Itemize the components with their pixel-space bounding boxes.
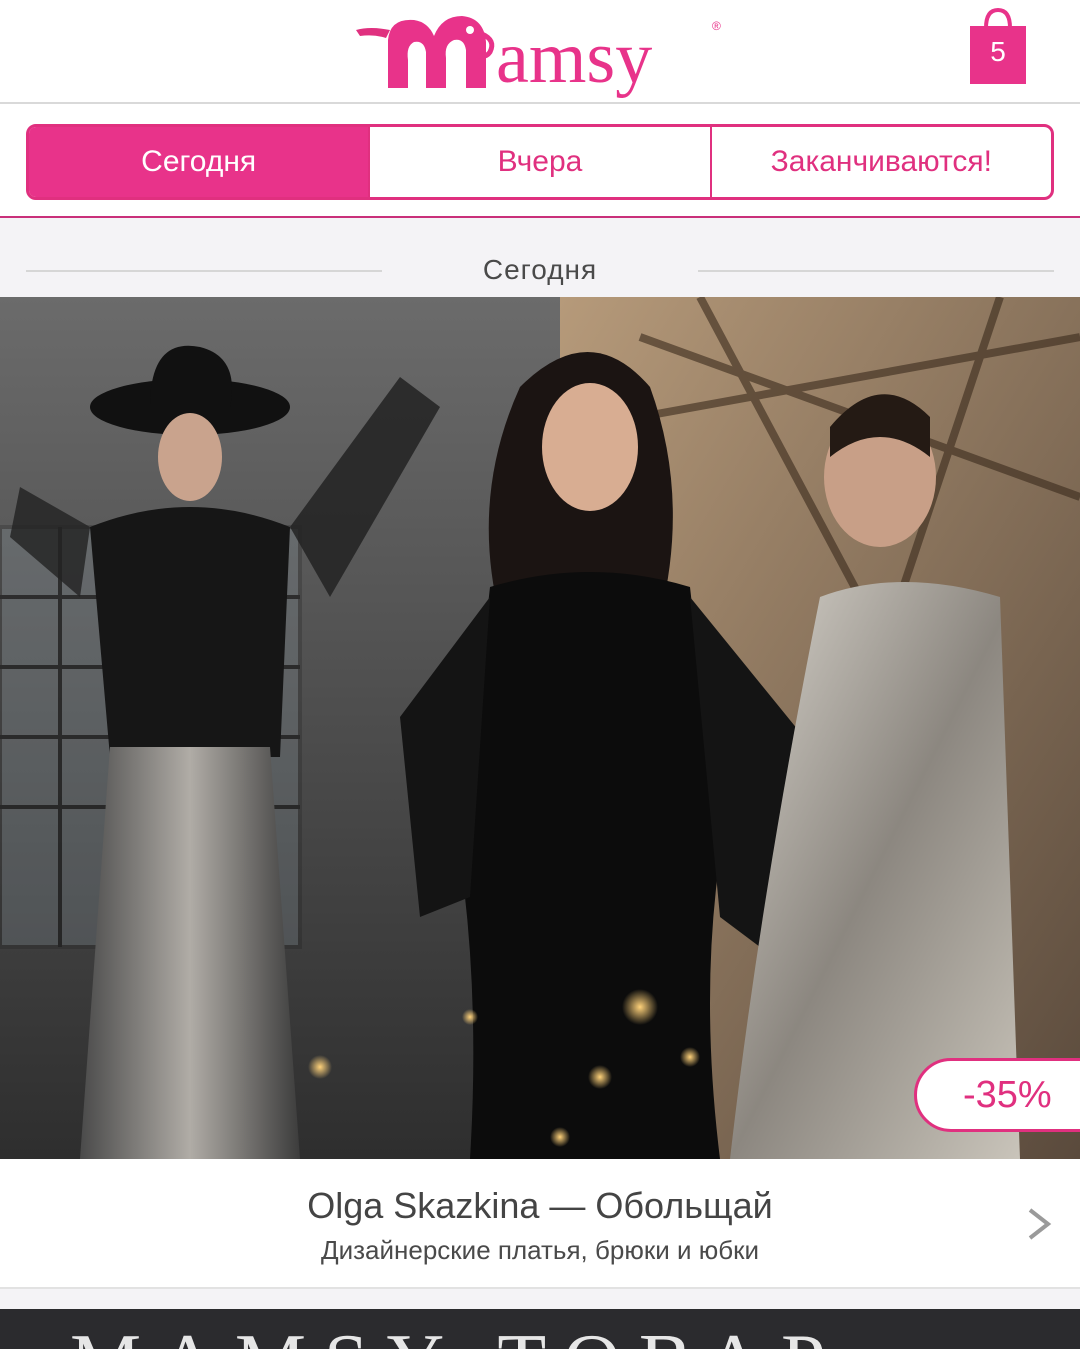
- date-filter-bar: Сегодня Вчера Заканчиваются!: [0, 104, 1080, 218]
- promo-brand-title: Olga Skazkina — Обольщай: [307, 1185, 773, 1226]
- app-header: amsy ® 5: [0, 0, 1080, 104]
- tab-ending[interactable]: Заканчиваются!: [712, 127, 1051, 197]
- promo-subtitle: Дизайнерские платья, брюки и юбки: [320, 1235, 760, 1265]
- date-tabs: Сегодня Вчера Заканчиваются!: [26, 124, 1054, 200]
- next-promo-banner[interactable]: MAMSY ТОВАР: [0, 1309, 1080, 1349]
- promo-banner-image[interactable]: [0, 297, 1080, 1159]
- section-divider-right: [698, 270, 1054, 272]
- next-promo-text: MAMSY ТОВАР: [70, 1323, 844, 1349]
- mamsy-logo[interactable]: amsy ®: [350, 0, 730, 100]
- promo-card-footer[interactable]: Olga Skazkina — Обольщай Дизайнерские пл…: [0, 1159, 1080, 1289]
- svg-text:®: ®: [712, 19, 721, 33]
- discount-badge: -35%: [914, 1058, 1080, 1132]
- cart-count-badge: 5: [990, 36, 1006, 67]
- tab-today[interactable]: Сегодня: [29, 127, 371, 197]
- svg-text:amsy: amsy: [496, 17, 652, 99]
- section-header: Сегодня: [0, 218, 1080, 298]
- cart-button[interactable]: 5: [968, 6, 1028, 86]
- chevron-right-icon[interactable]: [1024, 1207, 1054, 1241]
- tab-yesterday[interactable]: Вчера: [370, 127, 712, 197]
